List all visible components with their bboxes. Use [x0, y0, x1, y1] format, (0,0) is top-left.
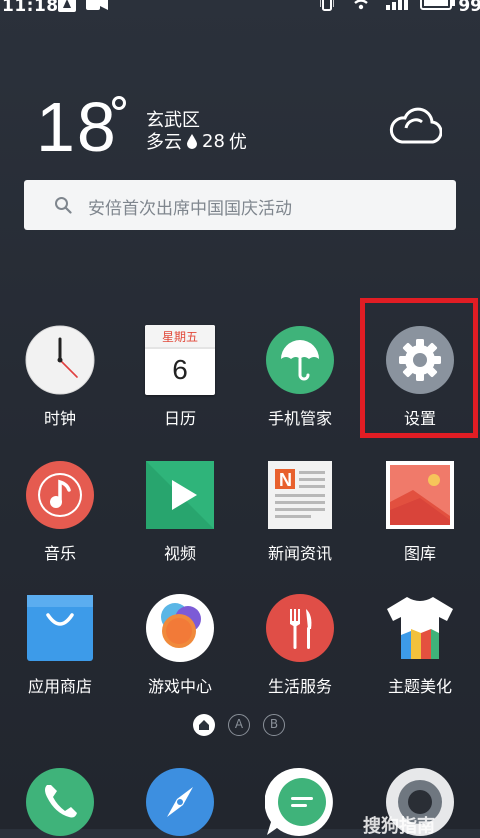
- game-center-icon: [146, 594, 214, 662]
- app-store-icon: [27, 595, 93, 661]
- app-calendar[interactable]: 星期五 6 日历: [120, 325, 240, 445]
- notification-icon: [58, 0, 76, 12]
- weather-condition: 多云: [146, 132, 182, 153]
- theme-icon: [387, 597, 453, 659]
- phone-icon[interactable]: [25, 767, 95, 837]
- video-recording-icon: [86, 0, 108, 10]
- app-label: 主题美化: [387, 677, 452, 696]
- phone-manager-icon: [266, 326, 334, 394]
- app-label: 图库: [403, 544, 436, 563]
- wifi-icon: [354, 0, 368, 10]
- app-label: 应用商店: [27, 677, 92, 696]
- app-label: 游戏中心: [147, 677, 212, 696]
- app-clock[interactable]: 时钟: [0, 325, 120, 445]
- app-label: 生活服务: [267, 677, 332, 696]
- settings-highlight-box: [360, 298, 478, 438]
- calendar-day: 6: [172, 354, 188, 385]
- app-app-store[interactable]: 应用商店: [0, 593, 120, 713]
- music-icon: [26, 461, 94, 529]
- app-music[interactable]: 音乐: [0, 460, 120, 580]
- app-label: 时钟: [43, 409, 76, 428]
- battery-percent: 99: [458, 0, 480, 16]
- search-icon: [55, 197, 72, 214]
- app-label: 新闻资讯: [267, 544, 332, 563]
- app-label: 视频: [163, 544, 196, 563]
- svg-text:N: N: [279, 470, 292, 490]
- calendar-icon: 星期五 6: [145, 325, 215, 395]
- status-time: 11:18: [2, 0, 59, 16]
- battery-icon: [420, 0, 455, 10]
- life-service-icon: [266, 594, 334, 662]
- app-label: 音乐: [43, 544, 76, 563]
- app-gallery[interactable]: 图库: [360, 460, 480, 580]
- home-icon: [199, 720, 209, 730]
- watermark-logo: 搜狗指南: [363, 816, 435, 837]
- signal-icon: [386, 0, 408, 10]
- page-dot-home[interactable]: [193, 714, 215, 736]
- app-label: 日历: [163, 409, 196, 428]
- search-bar[interactable]: 安倍首次出席中国国庆活动: [24, 180, 456, 230]
- air-quality-icon: [187, 134, 197, 149]
- weather-info: 多云 28 优: [146, 128, 247, 154]
- temperature: 18: [36, 88, 118, 166]
- vibrate-icon: [320, 0, 334, 11]
- app-video[interactable]: 视频: [120, 460, 240, 580]
- cloudy-icon: [389, 107, 442, 144]
- messages-icon[interactable]: [265, 767, 335, 837]
- app-theme[interactable]: 主题美化: [360, 593, 480, 713]
- aqi-value: 28: [202, 130, 225, 152]
- calendar-weekday: 星期五: [145, 325, 215, 347]
- app-news[interactable]: N 新闻资讯: [240, 460, 360, 580]
- video-icon: [146, 461, 214, 529]
- browser-icon[interactable]: [145, 767, 215, 837]
- page-dot-a[interactable]: A: [228, 714, 250, 736]
- search-placeholder: 安倍首次出席中国国庆活动: [88, 199, 292, 219]
- page-dot-b[interactable]: B: [263, 714, 285, 736]
- app-label: 手机管家: [267, 409, 332, 428]
- app-game-center[interactable]: 游戏中心: [120, 593, 240, 713]
- app-phone-manager[interactable]: 手机管家: [240, 325, 360, 445]
- degree-symbol: [112, 96, 126, 110]
- clock-icon: [25, 325, 95, 395]
- aqi-level: 优: [228, 132, 247, 153]
- status-bar: 11:18 99: [0, 0, 480, 18]
- app-life-service[interactable]: 生活服务: [240, 593, 360, 713]
- news-icon: N: [268, 461, 332, 529]
- gallery-icon: [386, 461, 454, 529]
